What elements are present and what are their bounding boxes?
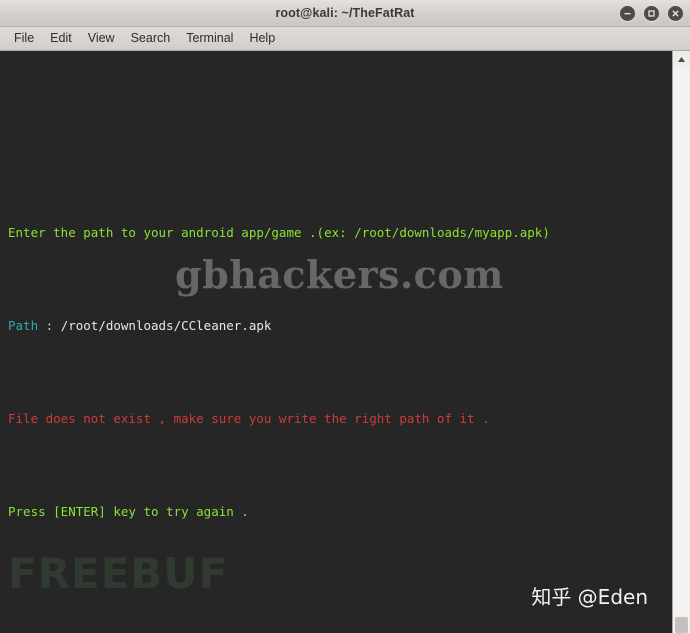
prompt1-instruction: Enter the path to your android app/game …: [8, 224, 550, 240]
prompt1-path-label: Path: [8, 317, 39, 333]
spacer-row: [0, 364, 672, 380]
menu-item-terminal[interactable]: Terminal: [178, 29, 241, 48]
scroll-up-button[interactable]: [673, 51, 690, 67]
spacer-row: [0, 566, 672, 582]
scrollbar-thumb[interactable]: [675, 617, 688, 633]
titlebar-buttons: [620, 0, 683, 27]
scroll-up-arrow-icon: [678, 56, 685, 62]
minimize-icon: [624, 13, 631, 15]
close-button[interactable]: [668, 6, 683, 21]
terminal-window: root@kali: ~/TheFatRat File Edit View Se…: [0, 0, 690, 633]
spacer-row: [0, 271, 672, 287]
maximize-icon: [648, 10, 655, 17]
close-icon: [672, 10, 679, 17]
spacer-row: [0, 147, 672, 163]
menubar: File Edit View Search Terminal Help: [0, 27, 690, 51]
prompt1-error: File does not exist , make sure you writ…: [8, 410, 490, 426]
spacer-row: [0, 101, 672, 117]
window-title: root@kali: ~/TheFatRat: [275, 6, 415, 20]
menu-item-view[interactable]: View: [80, 29, 123, 48]
menu-item-help[interactable]: Help: [241, 29, 283, 48]
menu-item-search[interactable]: Search: [123, 29, 179, 48]
prompt1-path-sep: :: [38, 317, 61, 333]
maximize-button[interactable]: [644, 6, 659, 21]
spacer-row: [0, 457, 672, 473]
prompt1-retry-row: Press [ENTER] key to try again .: [0, 504, 672, 520]
spacer-row: [0, 612, 672, 628]
prompt1-retry: Press [ENTER] key to try again .: [8, 503, 249, 519]
terminal-output[interactable]: Enter the path to your android app/game …: [0, 51, 672, 633]
titlebar[interactable]: root@kali: ~/TheFatRat: [0, 0, 690, 27]
vertical-scrollbar[interactable]: [672, 51, 690, 633]
watermark-zhihu: 知乎 @Eden: [531, 585, 648, 609]
prompt1-path-value: /root/downloads/CCleaner.apk: [60, 317, 272, 333]
menu-item-edit[interactable]: Edit: [42, 29, 80, 48]
terminal-area: Enter the path to your android app/game …: [0, 51, 690, 633]
scrollbar-track[interactable]: [673, 67, 690, 633]
minimize-button[interactable]: [620, 6, 635, 21]
menu-item-file[interactable]: File: [6, 29, 42, 48]
prompt1-path-row: Path : /root/downloads/CCleaner.apk: [0, 318, 672, 334]
prompt1-instruction-row: Enter the path to your android app/game …: [0, 225, 672, 241]
prompt1-error-row: File does not exist , make sure you writ…: [0, 411, 672, 427]
